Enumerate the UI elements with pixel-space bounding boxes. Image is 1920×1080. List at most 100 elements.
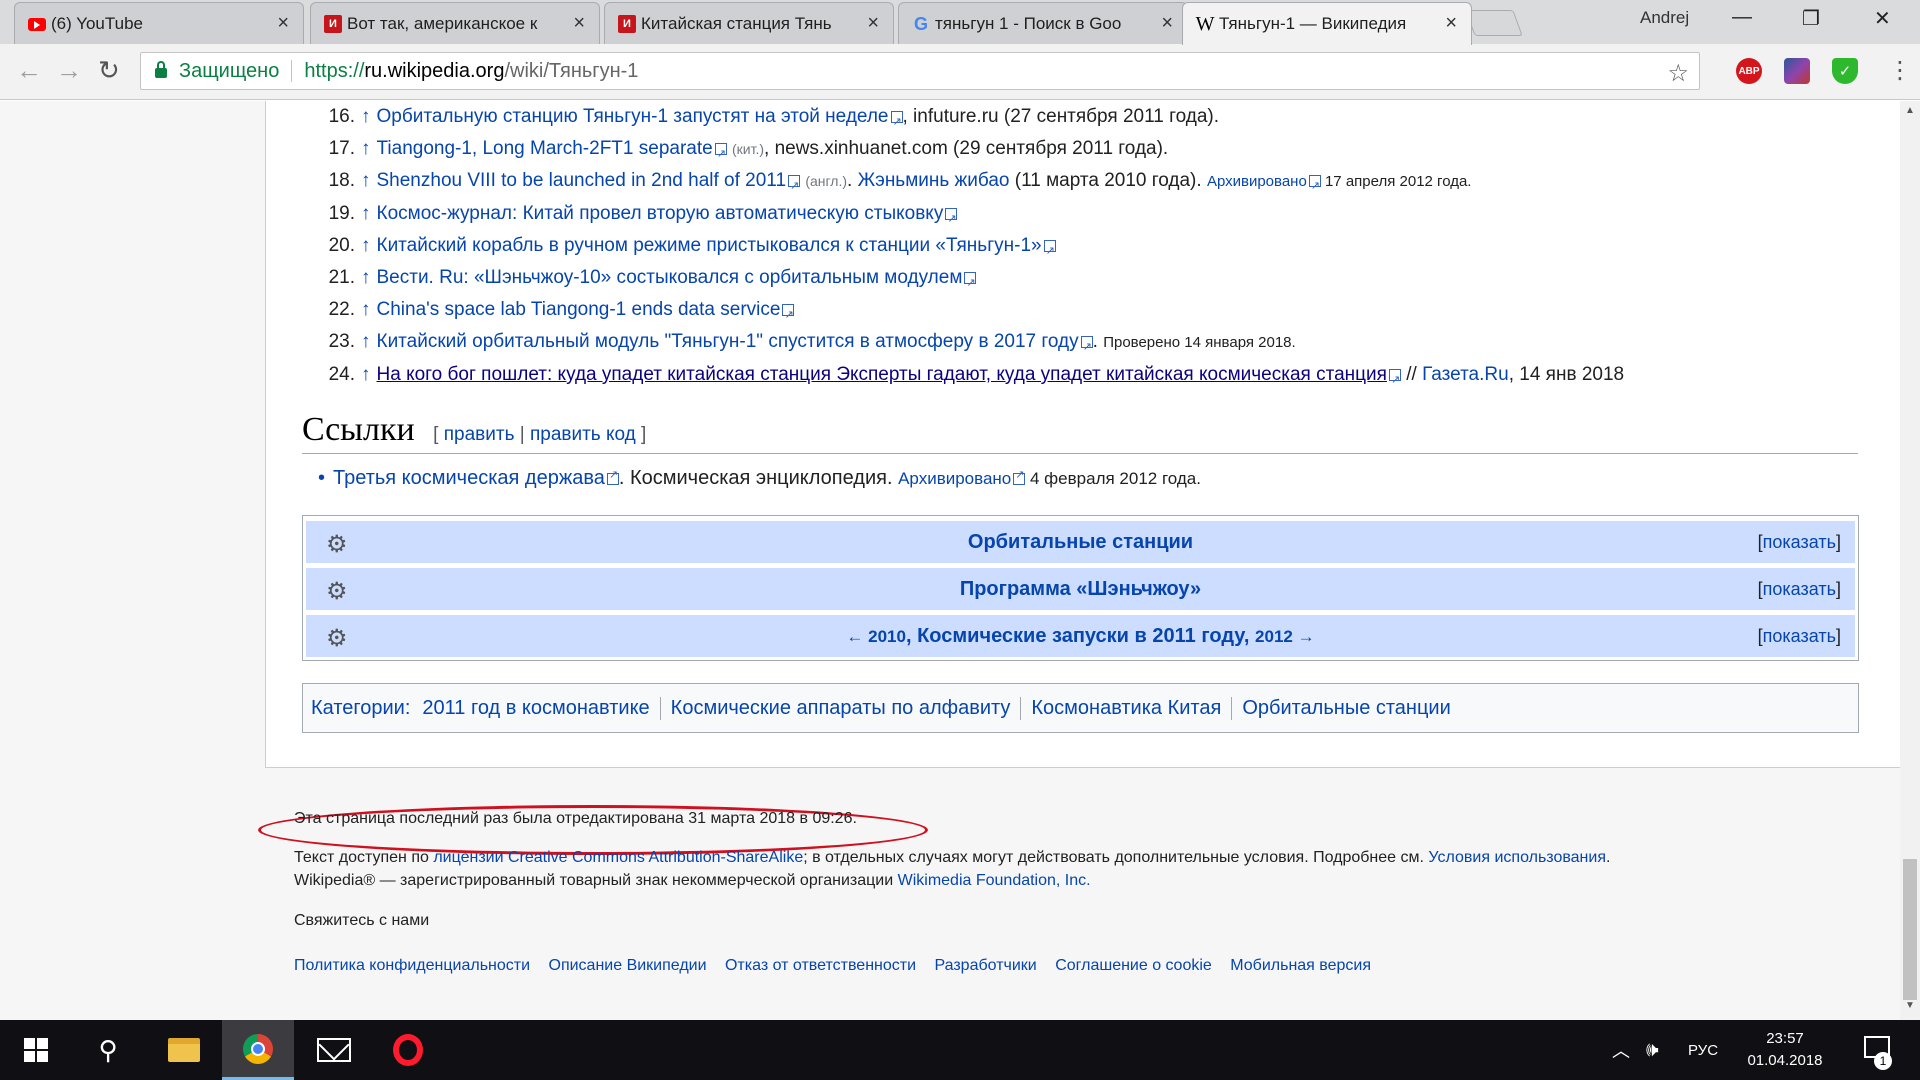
license-link[interactable]: лицензии Creative Commons Attribution-Sh… — [433, 849, 803, 866]
show-label[interactable]: показать — [1763, 532, 1836, 552]
edit-link[interactable]: править — [444, 424, 515, 445]
category-link[interactable]: Орбитальные станции — [1231, 696, 1460, 720]
tab-news-1[interactable]: И Вот так, американское к × — [310, 2, 600, 44]
up-arrow-icon[interactable]: ↑ — [361, 299, 371, 320]
system-clock[interactable]: 23:57 01.04.2018 — [1740, 1028, 1830, 1072]
search-button[interactable]: ⚲ — [72, 1020, 144, 1080]
edit-code-link[interactable]: править код — [530, 424, 636, 445]
menu-icon[interactable]: ⋮ — [1888, 56, 1912, 85]
section-heading-links: Ссылки [ править | править код ] — [302, 411, 1858, 454]
volume-icon[interactable]: 🕪 — [1646, 1020, 1659, 1080]
show-toggle[interactable]: [показать] — [1758, 626, 1841, 647]
archived-link[interactable]: Архивировано — [1207, 173, 1307, 190]
developers-link[interactable]: Разработчики — [934, 957, 1036, 974]
publisher-link[interactable]: Жэньминь жибао — [858, 170, 1010, 191]
privacy-link[interactable]: Политика конфиденциальности — [294, 957, 530, 974]
restore-icon[interactable]: ❐ — [1802, 6, 1820, 31]
tab-news-2[interactable]: И Китайская станция Тянь × — [604, 2, 894, 44]
close-icon[interactable]: × — [277, 13, 289, 33]
tab-wikipedia[interactable]: W Тяньгун-1 — Википедия × — [1182, 2, 1472, 45]
reference-link[interactable]: На кого бог пошлет: куда упадет китайска… — [377, 364, 1387, 385]
scroll-up-icon[interactable]: ▲ — [1900, 105, 1920, 121]
category-link[interactable]: Космонавтика Китая — [1020, 696, 1231, 720]
profile-name[interactable]: Andrej — [1640, 8, 1689, 28]
close-icon[interactable]: × — [867, 13, 879, 33]
categories-label[interactable]: Категории: — [311, 697, 410, 720]
about-link[interactable]: Описание Википедии — [549, 957, 707, 974]
category-link[interactable]: Космические аппараты по алфавиту — [659, 696, 1021, 720]
close-icon[interactable]: × — [1445, 13, 1457, 33]
license-text: Текст доступен по лицензии Creative Comm… — [294, 849, 1610, 867]
reference-link[interactable]: China's space lab Tiangong-1 ends data s… — [377, 299, 781, 320]
reference-link[interactable]: Орбитальную станцию Тяньгун-1 запустят н… — [377, 106, 889, 127]
taskbar-explorer[interactable] — [148, 1020, 220, 1080]
external-link-icon — [1013, 468, 1026, 485]
prev-year-link[interactable]: ← 2010 — [846, 627, 906, 646]
opera-icon — [393, 1034, 423, 1066]
up-arrow-icon[interactable]: ↑ — [361, 170, 371, 191]
navbox-title[interactable]: Программа «Шэньчжоу» — [306, 578, 1855, 601]
reference-link[interactable]: Космос-журнал: Китай провел вторую автом… — [377, 203, 944, 224]
show-label[interactable]: показать — [1763, 579, 1836, 599]
navbox-title-text[interactable]: Орбитальные станции — [968, 531, 1193, 553]
close-window-icon[interactable]: ✕ — [1874, 6, 1891, 31]
minimize-icon[interactable]: — — [1732, 6, 1752, 29]
up-arrow-icon[interactable]: ↑ — [361, 267, 371, 288]
language-tag: (кит.) — [731, 141, 765, 157]
show-label[interactable]: показать — [1763, 626, 1836, 646]
forward-icon[interactable]: → — [56, 56, 82, 84]
publisher-link[interactable]: Газета.Ru — [1422, 364, 1509, 385]
mobile-view-link[interactable]: Мобильная версия — [1230, 957, 1371, 974]
tab-youtube[interactable]: (6) YouTube × — [14, 2, 304, 44]
navbox-title-text[interactable]: Программа «Шэньчжоу» — [960, 578, 1201, 600]
category-link[interactable]: 2011 год в космонавтике — [422, 697, 659, 720]
reference-link[interactable]: Tiangong-1, Long March-2FT1 separate — [377, 138, 713, 159]
up-arrow-icon[interactable]: ↑ — [361, 331, 371, 352]
secure-label: Защищено — [179, 59, 280, 82]
taskbar-mail[interactable] — [298, 1020, 370, 1080]
external-resource-link[interactable]: Третья космическая держава — [333, 467, 605, 489]
address-bar[interactable]: Защищено https://ru.wikipedia.org/wiki/Т… — [140, 52, 1700, 90]
tab-google-search[interactable]: G тяньгун 1 - Поиск в Goo × — [898, 2, 1188, 44]
reference-link[interactable]: Китайский орбитальный модуль "Тяньгун-1"… — [377, 331, 1079, 352]
scroll-down-icon[interactable]: ▼ — [1900, 1000, 1920, 1016]
up-arrow-icon[interactable]: ↑ — [361, 106, 371, 127]
reference-link[interactable]: Китайский корабль в ручном режиме присты… — [377, 235, 1042, 256]
taskbar-opera[interactable] — [372, 1020, 444, 1080]
page-scrollbar[interactable]: ▲ ▼ — [1900, 101, 1920, 1020]
show-toggle[interactable]: [показать] — [1758, 532, 1841, 553]
scrollbar-thumb[interactable] — [1903, 859, 1917, 1000]
license-end: . — [1606, 849, 1611, 866]
archived-link[interactable]: Архивировано — [898, 469, 1011, 488]
contact-link[interactable]: Свяжитесь с нами — [294, 912, 429, 930]
adblock-plus-icon[interactable]: ABP — [1736, 58, 1762, 84]
extension-icon[interactable] — [1784, 58, 1810, 84]
tray-chevron-icon[interactable]: ︿ — [1612, 1020, 1630, 1080]
new-tab-button[interactable] — [1465, 10, 1523, 36]
up-arrow-icon[interactable]: ↑ — [361, 364, 371, 385]
up-arrow-icon[interactable]: ↑ — [361, 138, 371, 159]
reload-icon[interactable]: ↻ — [98, 56, 120, 84]
close-icon[interactable]: × — [1161, 13, 1173, 33]
cookie-link[interactable]: Соглашение о cookie — [1055, 957, 1212, 974]
up-arrow-icon[interactable]: ↑ — [361, 203, 371, 224]
input-language[interactable]: РУС — [1688, 1020, 1718, 1080]
navbox-title-text[interactable]: Космические запуски в 2011 году — [917, 625, 1244, 647]
shield-icon[interactable]: ✓ — [1832, 58, 1858, 84]
wikimedia-link[interactable]: Wikimedia Foundation, Inc. — [898, 872, 1091, 889]
external-link-icon — [1388, 364, 1401, 396]
taskbar-chrome[interactable] — [222, 1020, 294, 1080]
navbox-title[interactable]: Орбитальные станции — [306, 531, 1855, 554]
terms-link[interactable]: Условия использования — [1428, 849, 1606, 866]
disclaimer-link[interactable]: Отказ от ответственности — [725, 957, 916, 974]
back-icon[interactable]: ← — [16, 56, 42, 84]
start-button[interactable] — [0, 1020, 72, 1080]
url-text[interactable]: https://ru.wikipedia.org/wiki/Тяньгун-1 — [304, 60, 638, 83]
reference-link[interactable]: Shenzhou VIII to be launched in 2nd half… — [377, 170, 787, 191]
reference-link[interactable]: Вести. Ru: «Шэньчжоу-10» состыковался с … — [377, 267, 963, 288]
show-toggle[interactable]: [показать] — [1758, 579, 1841, 600]
bookmark-star-icon[interactable]: ☆ — [1667, 59, 1689, 88]
up-arrow-icon[interactable]: ↑ — [361, 235, 371, 256]
next-year-link[interactable]: 2012 → — [1255, 627, 1315, 646]
close-icon[interactable]: × — [573, 13, 585, 33]
